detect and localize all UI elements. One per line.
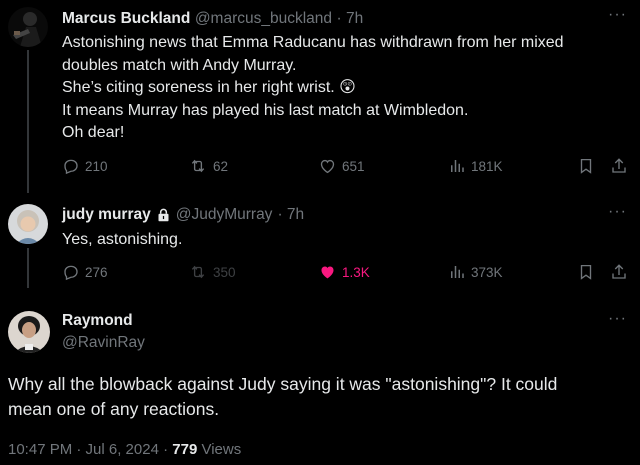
views-icon (451, 160, 464, 172)
more-icon: ··· (608, 203, 627, 220)
author-handle[interactable]: @JudyMurray (176, 206, 273, 224)
tweet-line: Why all the blowback against Judy saying… (8, 374, 558, 394)
bookmark-icon (580, 158, 592, 174)
views-count: 181K (471, 158, 503, 174)
more-options-button[interactable]: ··· (608, 203, 627, 221)
author-name[interactable]: Raymond (62, 312, 145, 330)
bookmark-button[interactable] (577, 263, 595, 281)
repost-icon (191, 265, 205, 279)
like-button[interactable]: 651 (318, 157, 365, 175)
repost-button[interactable]: 62 (188, 157, 228, 175)
repost-count: 62 (213, 158, 229, 174)
tweet-line: Astonishing news that Emma Raducanu has … (62, 34, 564, 51)
tweet-1-text: Astonishing news that Emma Raducanu has … (62, 32, 622, 145)
share-button[interactable] (610, 157, 628, 175)
heart-icon (320, 159, 335, 174)
tweet-line: She’s citing soreness in her right wrist… (62, 79, 356, 96)
tweet-2-text: Yes, astonishing. (62, 229, 182, 252)
main-tweet-author: Raymond @RavinRay (62, 312, 145, 352)
tweet-1-header: Marcus Buckland @marcus_buckland · 7h (62, 10, 363, 28)
reply-count: 276 (85, 264, 108, 280)
author-handle[interactable]: @marcus_buckland (195, 10, 332, 27)
views-count: 779 (172, 441, 198, 458)
share-icon (612, 264, 626, 279)
avatar-image (8, 204, 48, 244)
lock-icon (158, 208, 169, 222)
author-name[interactable]: Marcus Buckland (62, 10, 190, 27)
tweet-line: mean one of any reactions. (8, 399, 220, 419)
thread-line (27, 248, 29, 288)
repost-button[interactable]: 350 (188, 263, 236, 281)
repost-count: 350 (213, 264, 236, 280)
like-count: 651 (342, 158, 365, 174)
avatar-image (8, 7, 48, 47)
thread-line (27, 50, 29, 193)
tweet-line: doubles match with Andy Murray. (62, 56, 297, 74)
repost-icon (191, 159, 205, 173)
avatar-judy[interactable] (8, 204, 48, 244)
heart-icon (321, 266, 334, 279)
share-button[interactable] (610, 263, 628, 281)
views-icon (451, 266, 464, 278)
author-name[interactable]: judy murray (62, 206, 151, 224)
post-time[interactable]: · 7h (277, 206, 304, 224)
avatar-image (8, 311, 50, 353)
more-options-button[interactable]: ··· (608, 6, 627, 24)
reply-icon (64, 159, 78, 175)
tweet-line: Oh dear! (62, 124, 125, 141)
main-tweet-meta: 10:47 PM · Jul 6, 2024 · 779 Views (8, 441, 241, 458)
views-count: 373K (471, 264, 503, 280)
post-timestamp[interactable]: 10:47 PM · Jul 6, 2024 · (8, 441, 168, 458)
bookmark-icon (580, 264, 592, 280)
views-button[interactable]: 373K (448, 263, 503, 281)
avatar-marcus[interactable] (8, 7, 48, 47)
main-tweet-text: Why all the blowback against Judy saying… (8, 372, 633, 422)
like-count: 1.3K (342, 264, 370, 280)
reply-icon (64, 265, 78, 281)
share-icon (612, 158, 626, 173)
more-icon: ··· (608, 310, 627, 327)
reply-count: 210 (85, 158, 108, 174)
reply-button[interactable]: 210 (62, 157, 108, 175)
tweet-line: Yes, astonishing. (62, 231, 183, 248)
more-options-button[interactable]: ··· (608, 310, 627, 328)
bookmark-button[interactable] (577, 157, 595, 175)
author-handle[interactable]: @RavinRay (62, 334, 145, 352)
tweet-line: It means Murray has played his last matc… (62, 101, 469, 119)
more-icon: ··· (608, 6, 627, 23)
post-time[interactable]: · 7h (336, 10, 363, 27)
views-button[interactable]: 181K (448, 157, 503, 175)
tweet-2-header: judy murray @JudyMurray · 7h (62, 206, 304, 224)
views-label: Views (201, 441, 242, 458)
like-button[interactable]: 1.3K (318, 263, 370, 281)
reply-button[interactable]: 276 (62, 263, 108, 281)
avatar-raymond[interactable] (8, 311, 50, 353)
